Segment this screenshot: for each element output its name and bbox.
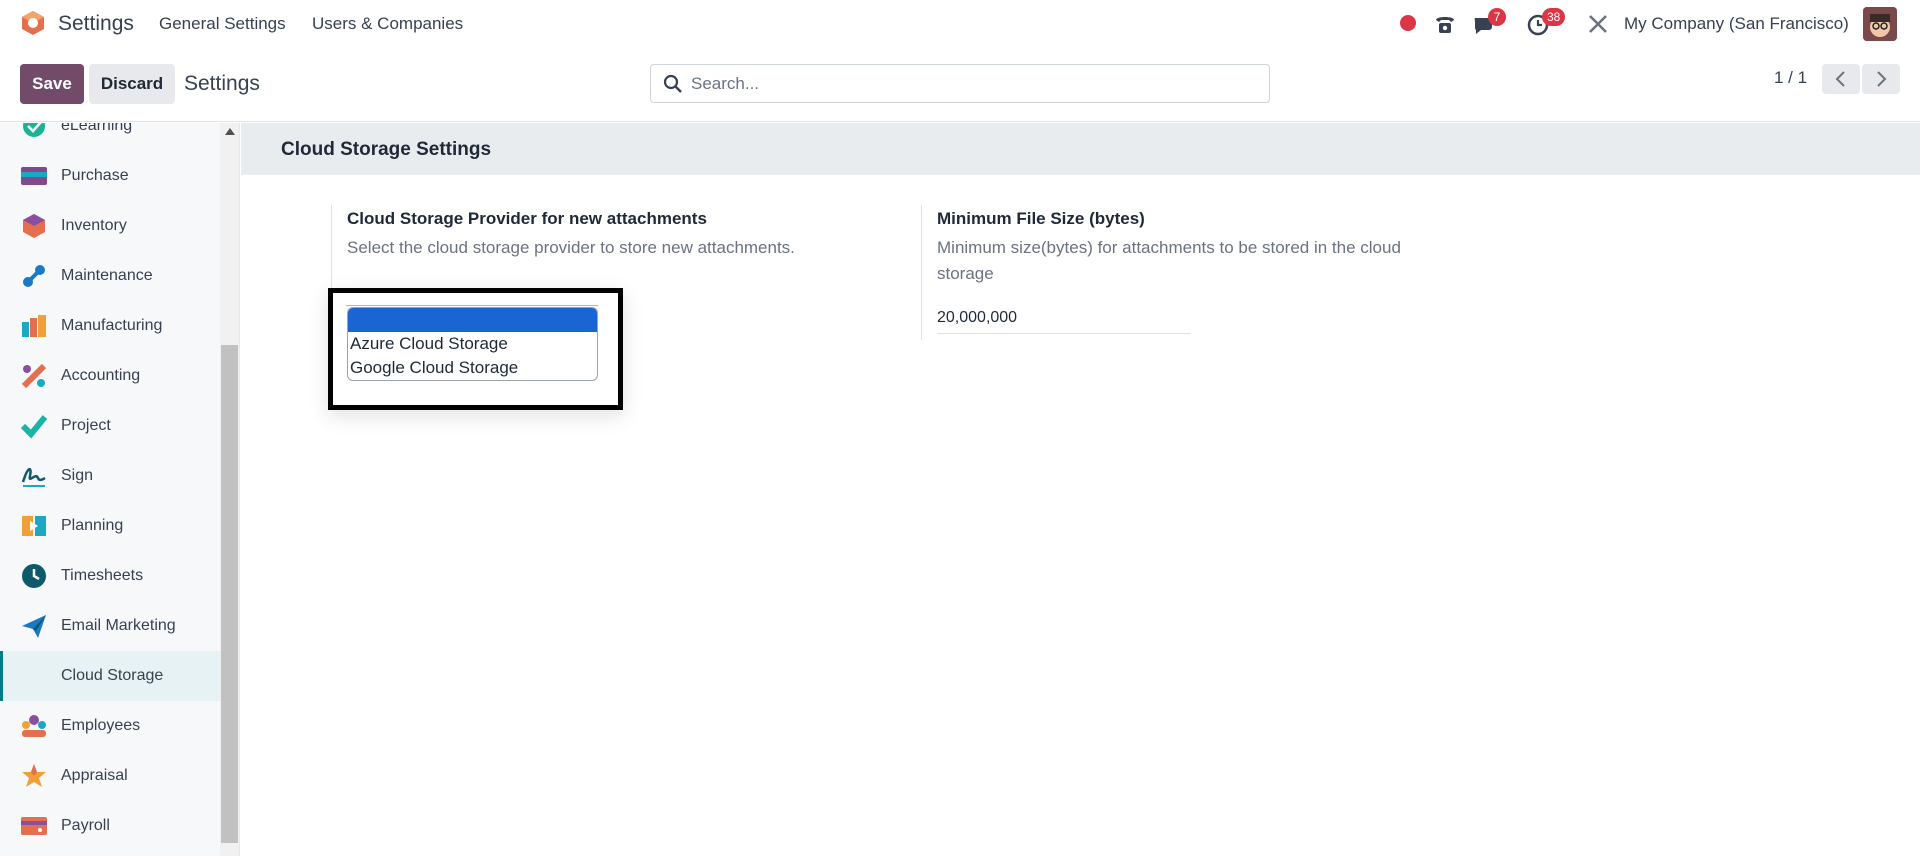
search-icon <box>663 74 682 93</box>
email-marketing-icon <box>22 615 46 638</box>
sidebar-item-label: Cloud Storage <box>61 667 164 684</box>
menu-users-companies[interactable]: Users & Companies <box>312 14 463 34</box>
sidebar-item-label: Email Marketing <box>61 617 176 634</box>
debug-tools-icon[interactable] <box>1585 11 1611 37</box>
sidebar-item-label: Appraisal <box>61 767 128 784</box>
sidebar-item-label: Maintenance <box>61 267 153 284</box>
elearning-icon <box>23 123 45 137</box>
payroll-icon <box>21 817 47 835</box>
sidebar-item-elearning[interactable]: eLearning <box>0 123 220 151</box>
provider-option-google[interactable]: Google Cloud Storage <box>348 356 597 380</box>
sidebar-item-label: Purchase <box>61 167 129 184</box>
chevron-left-icon <box>1835 71 1845 87</box>
search-box[interactable] <box>650 64 1270 103</box>
provider-select-dropdown[interactable]: Azure Cloud Storage Google Cloud Storage <box>347 307 598 381</box>
breadcrumb: Settings <box>184 72 260 95</box>
sidebar-item-purchase[interactable]: Purchase <box>0 151 220 201</box>
sidebar-scroll-thumb[interactable] <box>221 345 238 843</box>
sidebar-item-payroll[interactable]: Payroll <box>0 801 220 851</box>
inventory-icon <box>23 214 45 238</box>
chevron-right-icon <box>1877 71 1887 87</box>
discard-button[interactable]: Discard <box>89 64 175 104</box>
app-title[interactable]: Settings <box>58 12 134 36</box>
activity-badge: 38 <box>1542 8 1566 26</box>
manufacturing-icon <box>22 315 46 337</box>
scroll-up-arrow-icon[interactable] <box>225 128 235 135</box>
appraisal-icon <box>22 764 46 787</box>
timesheets-icon <box>22 564 46 588</box>
min-file-size-input[interactable]: 20,000,000 <box>937 306 1191 334</box>
recording-indicator-icon[interactable] <box>1400 15 1416 31</box>
company-switcher[interactable]: My Company (San Francisco) <box>1624 14 1849 34</box>
top-navbar: Settings General Settings Users & Compan… <box>0 0 1920 50</box>
sidebar-item-cloud-storage[interactable]: Cloud Storage <box>0 651 220 701</box>
sidebar-item-maintenance[interactable]: Maintenance <box>0 251 220 301</box>
setting-description: Select the cloud storage provider to sto… <box>347 238 795 257</box>
menu-general-settings[interactable]: General Settings <box>159 14 286 34</box>
section-title: Cloud Storage Settings <box>281 139 492 160</box>
sidebar-item-label: Sign <box>61 467 94 484</box>
odoo-settings-logo-icon[interactable] <box>20 10 46 36</box>
sidebar-item-email-marketing[interactable]: Email Marketing <box>0 601 220 651</box>
settings-sidebar: eLearning Purchase Inventory Maintenance… <box>0 123 240 856</box>
sign-icon <box>21 468 46 487</box>
sidebar-item-label: eLearning <box>61 123 133 134</box>
setting-min-file-size: Minimum File Size (bytes) Minimum size(b… <box>921 205 1481 340</box>
sidebar-item-label: Employees <box>61 717 141 734</box>
setting-description: Minimum size(bytes) for attachments to b… <box>937 238 1401 283</box>
accounting-icon <box>21 363 47 389</box>
setting-title: Minimum File Size (bytes) <box>937 209 1145 228</box>
pager-next-button[interactable] <box>1862 64 1900 94</box>
planning-icon <box>22 516 46 536</box>
search-input[interactable] <box>691 65 1261 102</box>
provider-select-field[interactable] <box>346 305 598 306</box>
purchase-icon <box>21 167 47 185</box>
employees-icon <box>22 715 46 737</box>
chat-badge: 7 <box>1488 8 1506 26</box>
sidebar-item-label: Planning <box>61 517 124 534</box>
sidebar-item-timesheets[interactable]: Timesheets <box>0 551 220 601</box>
sidebar-item-accounting[interactable]: Accounting <box>0 351 220 401</box>
sidebar-item-label: Project <box>61 417 111 434</box>
sidebar-item-label: Accounting <box>61 367 141 384</box>
phone-icon[interactable] <box>1432 11 1458 37</box>
sidebar-item-sign[interactable]: Sign <box>0 451 220 501</box>
project-icon <box>20 415 48 439</box>
pager-previous-button[interactable] <box>1822 64 1860 94</box>
sidebar-item-planning[interactable]: Planning <box>0 501 220 551</box>
sidebar-item-manufacturing[interactable]: Manufacturing <box>0 301 220 351</box>
pager-value[interactable]: 1 / 1 <box>1774 68 1807 88</box>
sidebar-item-label: Payroll <box>61 817 110 834</box>
sidebar-item-inventory[interactable]: Inventory <box>0 201 220 251</box>
sidebar-item-employees[interactable]: Employees <box>0 701 220 751</box>
setting-title: Cloud Storage Provider for new attachmen… <box>347 209 707 228</box>
provider-option-azure[interactable]: Azure Cloud Storage <box>348 332 597 356</box>
sidebar-item-label: Timesheets <box>61 567 144 584</box>
save-button[interactable]: Save <box>20 64 84 104</box>
sidebar-item-label: Inventory <box>61 217 127 234</box>
sidebar-item-label: Manufacturing <box>61 317 163 334</box>
provider-option-empty[interactable] <box>348 308 597 332</box>
section-header: Cloud Storage Settings <box>241 123 1920 175</box>
control-panel: Save Discard Settings 1 / 1 <box>0 50 1920 122</box>
maintenance-icon <box>23 265 45 287</box>
sidebar-item-appraisal[interactable]: Appraisal <box>0 751 220 801</box>
sidebar-item-project[interactable]: Project <box>0 401 220 451</box>
user-avatar[interactable] <box>1863 7 1897 41</box>
avatar-face-icon <box>1863 7 1897 41</box>
